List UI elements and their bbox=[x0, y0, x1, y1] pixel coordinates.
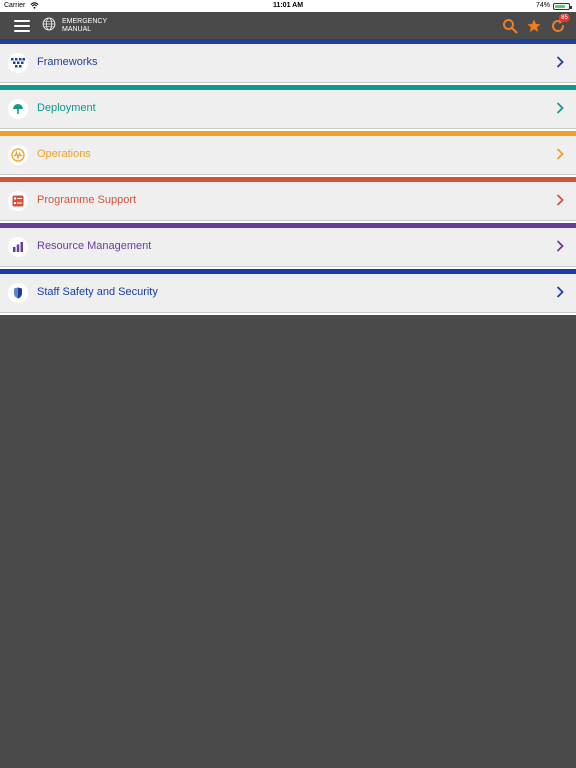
icon-badge bbox=[8, 145, 28, 165]
search-button[interactable] bbox=[502, 18, 518, 34]
menu-item-staff-safety-security[interactable]: Staff Safety and Security bbox=[0, 269, 576, 315]
chevron-right-icon bbox=[556, 56, 564, 68]
app-title-line1: EMERGENCY bbox=[62, 18, 108, 25]
chevron-right-icon bbox=[556, 102, 564, 114]
notification-badge: 85 bbox=[559, 14, 570, 22]
app-title: EMERGENCY MANUAL bbox=[62, 18, 107, 34]
status-bar: Carrier 11:01 AM 74% bbox=[0, 0, 576, 12]
battery-percent: 74% bbox=[535, 2, 550, 9]
clock: 11:01 AM bbox=[272, 2, 304, 9]
app-bar: EMERGENCY MANUAL 85 bbox=[0, 12, 576, 39]
menu-item-resource-management[interactable]: Resource Management bbox=[0, 223, 576, 269]
menu-item-operations[interactable]: Operations bbox=[0, 131, 576, 177]
chevron-right-icon bbox=[556, 286, 564, 298]
menu-item-label: Operations bbox=[37, 148, 91, 160]
icon-badge bbox=[8, 237, 28, 257]
chevron-right-icon bbox=[556, 194, 564, 206]
chevron-right-icon bbox=[556, 148, 564, 160]
bar-chart-icon bbox=[13, 242, 23, 252]
icon-badge bbox=[8, 99, 28, 119]
category-color-bar bbox=[0, 223, 576, 228]
icon-badge bbox=[8, 283, 28, 303]
menu-item-label: Frameworks bbox=[37, 56, 98, 68]
category-color-bar bbox=[0, 177, 576, 182]
app-bar-actions: 85 bbox=[494, 14, 570, 34]
category-menu: Frameworks Deployment Operations Program… bbox=[0, 39, 576, 315]
app-title-line2: MANUAL bbox=[62, 26, 92, 33]
hamburger-menu-button[interactable] bbox=[14, 20, 30, 32]
menu-item-label: Staff Safety and Security bbox=[37, 286, 158, 298]
category-color-bar bbox=[0, 131, 576, 136]
battery-icon bbox=[553, 3, 572, 10]
category-color-bar bbox=[0, 269, 576, 274]
category-color-bar bbox=[0, 85, 576, 90]
menu-item-frameworks[interactable]: Frameworks bbox=[0, 39, 576, 85]
checklist-icon bbox=[12, 195, 24, 207]
search-icon bbox=[503, 19, 518, 34]
star-icon bbox=[527, 19, 541, 32]
menu-item-label: Programme Support bbox=[37, 194, 137, 206]
menu-item-programme-support[interactable]: Programme Support bbox=[0, 177, 576, 223]
category-color-bar bbox=[0, 39, 576, 44]
chevron-right-icon bbox=[556, 240, 564, 252]
menu-item-label: Resource Management bbox=[37, 240, 152, 252]
pulse-icon bbox=[11, 148, 25, 162]
favorites-button[interactable] bbox=[526, 18, 542, 34]
icon-badge bbox=[8, 191, 28, 211]
menu-item-label: Deployment bbox=[37, 102, 96, 114]
menu-item-deployment[interactable]: Deployment bbox=[0, 85, 576, 131]
iom-logo-icon bbox=[42, 17, 56, 31]
shield-icon bbox=[14, 287, 22, 299]
frameworks-icon bbox=[11, 58, 25, 68]
updates-button[interactable]: 85 bbox=[550, 14, 570, 34]
icon-badge bbox=[8, 53, 28, 73]
parachute-icon bbox=[13, 104, 23, 114]
divider bbox=[0, 312, 576, 315]
